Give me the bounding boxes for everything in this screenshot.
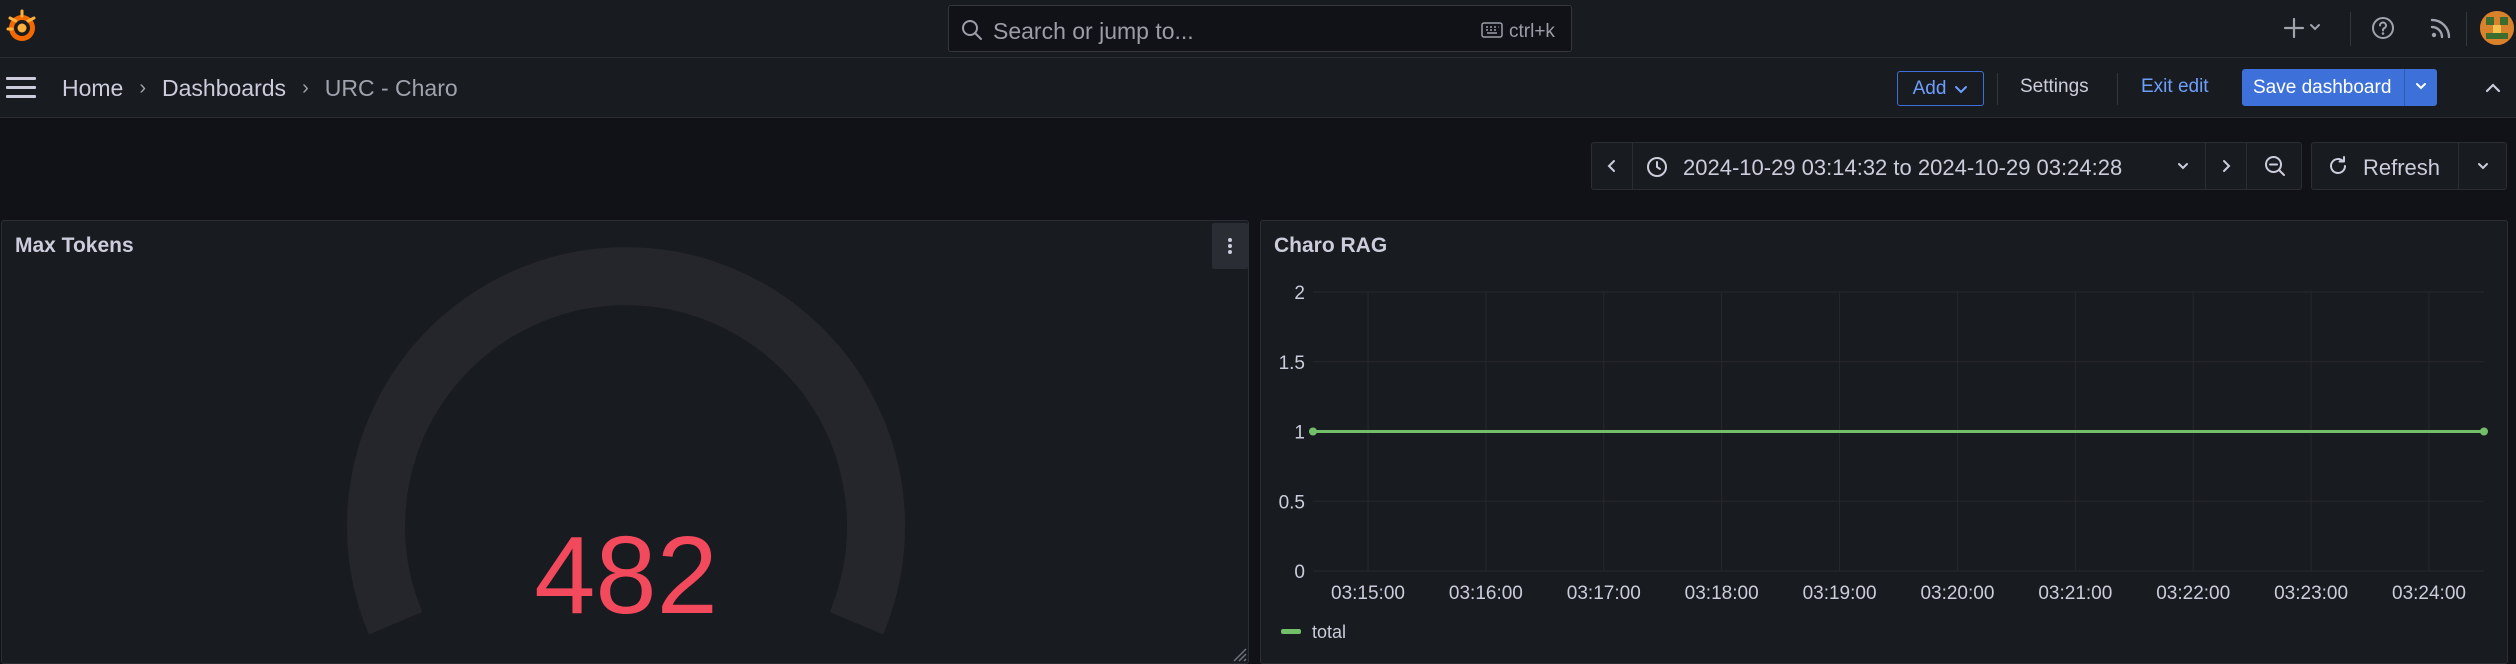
x-tick-label: 03:20:00 xyxy=(1920,583,1994,604)
y-tick-label: 0 xyxy=(1294,562,1305,583)
x-tick-label: 03:18:00 xyxy=(1685,583,1759,604)
panel-charo-rag[interactable]: Charo RAG 0 0.5 1 1.5 2 03:15:00 03:16:00 03:17… xyxy=(1260,220,2508,664)
chevron-down-icon xyxy=(2478,163,2488,170)
chevron-down-icon xyxy=(1955,85,1968,93)
chevron-down-icon xyxy=(2310,24,2320,31)
refresh-label: Refresh xyxy=(2363,155,2441,180)
breadcrumb-current: URC - Charo xyxy=(324,75,458,101)
divider xyxy=(2350,12,2351,46)
divider xyxy=(2466,12,2467,46)
panel-menu-button[interactable] xyxy=(1212,223,1248,269)
breadcrumb-home[interactable]: Home xyxy=(62,75,123,102)
zoom-out-icon xyxy=(2264,156,2285,176)
refresh-picker: Refresh xyxy=(2311,142,2507,190)
x-tick-label: 03:24:00 xyxy=(2392,583,2466,604)
search-shortcut: ctrl+k xyxy=(1509,21,1555,42)
y-tick-label: 0.5 xyxy=(1279,492,1305,513)
y-tick-label: 1.5 xyxy=(1279,353,1305,374)
exit-edit-button[interactable]: Exit edit xyxy=(2141,76,2209,98)
x-tick-label: 03:23:00 xyxy=(2274,583,2348,604)
save-dashboard-button[interactable]: Save dashboard xyxy=(2242,69,2437,106)
time-range-back-button[interactable] xyxy=(1592,143,1632,189)
x-tick-label: 03:19:00 xyxy=(1803,583,1877,604)
search-icon xyxy=(962,20,982,40)
menu-icon-bar xyxy=(6,86,36,89)
menu-icon-bar xyxy=(6,95,36,98)
time-range-to-word: to xyxy=(1893,155,1912,180)
timeseries-chart: 0 0.5 1 1.5 2 03:15:00 03:16:00 03:17:00 03:18:0… xyxy=(1279,283,2488,642)
chevron-up-icon[interactable] xyxy=(2483,78,2503,98)
keyboard-icon xyxy=(1481,22,1503,38)
time-range-text: 2024-10-29 03:14:32 to 2024-10-29 03:24:… xyxy=(1683,155,2122,181)
gauge-value: 482 xyxy=(534,514,718,637)
x-tick-label: 03:16:00 xyxy=(1449,583,1523,604)
time-range-forward-button[interactable] xyxy=(2206,143,2246,189)
y-tick-label: 1 xyxy=(1294,423,1305,444)
legend-swatch xyxy=(1281,629,1301,634)
panel-max-tokens[interactable]: Max Tokens 482 xyxy=(1,220,1249,664)
rss-icon[interactable] xyxy=(2428,15,2454,41)
refresh-icon xyxy=(2330,156,2346,174)
more-vertical-icon-dot xyxy=(1228,244,1232,248)
menu-button[interactable] xyxy=(6,75,36,101)
y-tick-label: 2 xyxy=(1294,283,1305,304)
avatar[interactable] xyxy=(2480,11,2514,45)
zoom-out-button[interactable] xyxy=(2247,143,2302,189)
series-point xyxy=(1309,427,1317,436)
search-input[interactable]: Search or jump to... ctrl+k xyxy=(948,5,1572,52)
chevron-down-icon[interactable] xyxy=(2413,78,2429,94)
time-range-from: 2024-10-29 03:14:32 xyxy=(1683,155,1888,180)
chevron-right-icon: › xyxy=(139,77,147,99)
time-picker: 2024-10-29 03:14:32 to 2024-10-29 03:24:… xyxy=(1591,142,2302,190)
grafana-logo-icon[interactable] xyxy=(4,9,40,45)
divider xyxy=(2117,73,2118,105)
plus-icon xyxy=(2283,17,2305,39)
clock-icon xyxy=(1647,157,1667,177)
x-tick-label: 03:17:00 xyxy=(1567,583,1641,604)
help-icon[interactable] xyxy=(2370,15,2396,41)
divider xyxy=(1997,73,1998,105)
time-range-button[interactable]: 2024-10-29 03:14:32 to 2024-10-29 03:24:… xyxy=(1633,143,2205,189)
top-bar: Search or jump to... ctrl+k xyxy=(0,0,2516,58)
new-menu-button[interactable] xyxy=(2280,13,2324,43)
time-range-to: 2024-10-29 03:24:28 xyxy=(1917,155,2123,180)
refresh-button[interactable]: Refresh xyxy=(2312,143,2458,189)
breadcrumb: Home › Dashboards › URC - Charo xyxy=(62,75,458,102)
resize-handle-icon[interactable] xyxy=(1230,645,1248,663)
refresh-interval-dropdown[interactable] xyxy=(2459,143,2507,189)
breadcrumb-dashboards[interactable]: Dashboards xyxy=(162,75,286,102)
more-vertical-icon-dot xyxy=(1228,250,1232,254)
save-dashboard-label: Save dashboard xyxy=(2253,77,2392,98)
divider xyxy=(2404,69,2405,106)
chevron-right-icon: › xyxy=(302,77,309,99)
panel-title: Max Tokens xyxy=(15,234,134,257)
x-tick-label: 03:21:00 xyxy=(2038,583,2112,604)
add-button-label: Add xyxy=(1912,77,1947,99)
series-point xyxy=(2480,427,2488,436)
nav-bar: Home › Dashboards › URC - Charo Add Sett… xyxy=(0,58,2516,118)
menu-icon xyxy=(6,77,36,80)
add-button[interactable]: Add xyxy=(1897,71,1984,106)
legend-item: total xyxy=(1312,622,1346,642)
x-tick-label: 03:22:00 xyxy=(2156,583,2230,604)
x-tick-label: 03:15:00 xyxy=(1331,583,1405,604)
chevron-left-icon xyxy=(1607,160,1615,172)
settings-button[interactable]: Settings xyxy=(2020,76,2089,98)
chevron-right-icon xyxy=(2223,160,2231,172)
chevron-down-icon xyxy=(2178,163,2188,170)
more-vertical-icon xyxy=(1228,238,1232,242)
search-placeholder: Search or jump to... xyxy=(993,18,1194,44)
